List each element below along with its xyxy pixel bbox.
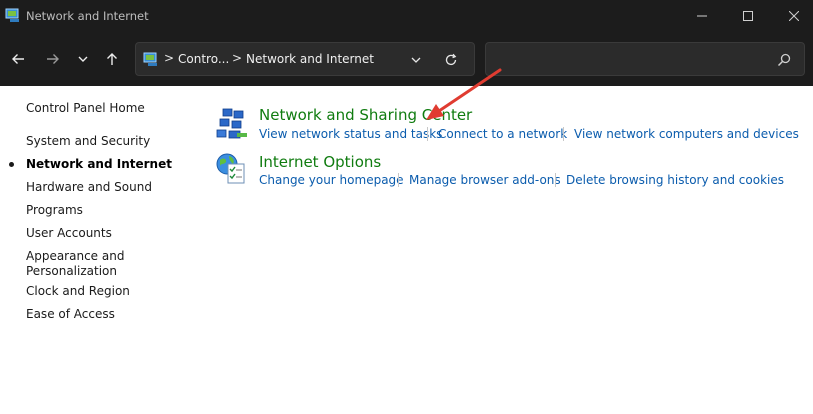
sidebar-item-system-and-security[interactable]: System and Security [26,134,150,149]
breadcrumb-network-and-internet[interactable]: Network and Internet [246,52,374,66]
sidebar-item-user-accounts[interactable]: User Accounts [26,226,112,241]
breadcrumb-control-panel[interactable]: Contro... [178,52,229,66]
refresh-button[interactable] [442,51,460,69]
refresh-icon [445,53,457,66]
address-bar[interactable]: > Contro... > Network and Internet [135,42,475,76]
recent-locations-button[interactable] [70,46,96,72]
chevron-down-icon [411,57,421,63]
link-divider [398,173,399,187]
back-button[interactable] [5,46,31,72]
sidebar-item-hardware-and-sound[interactable]: Hardware and Sound [26,180,152,195]
maximize-button[interactable] [725,0,771,32]
link-divider [427,127,428,141]
link-divider [555,173,556,187]
window-title: Network and Internet [26,9,149,23]
sidebar-item-network-and-internet[interactable]: Network and Internet [26,157,172,172]
maximize-icon [743,11,753,21]
minimize-button[interactable] [679,0,725,32]
minimize-icon [697,15,707,17]
navigation-bar: > Contro... > Network and Internet [0,32,813,86]
forward-button[interactable] [40,46,66,72]
back-arrow-icon [12,54,24,64]
sidebar-item-ease-of-access[interactable]: Ease of Access [26,307,115,322]
category-title-internet-options[interactable]: Internet Options [259,153,381,171]
link-manage-browser-addons[interactable]: Manage browser add-ons [409,173,561,187]
sidebar-item-control-panel-home[interactable]: Control Panel Home [26,101,145,116]
active-indicator-bullet [9,162,14,167]
address-dropdown-button[interactable] [409,54,423,66]
up-button[interactable] [99,46,125,72]
link-connect-to-network[interactable]: Connect to a network [438,127,567,141]
sidebar-item-appearance-and-personalization[interactable]: Appearance and [26,249,124,264]
link-view-network-status[interactable]: View network status and tasks [259,127,442,141]
search-box[interactable] [485,42,805,76]
category-title-network-and-sharing-center[interactable]: Network and Sharing Center [259,106,472,124]
chevron-down-icon [78,56,88,62]
search-icon[interactable] [776,52,792,68]
internet-options-icon[interactable] [214,152,248,186]
sidebar-item-appearance-and-personalization-line2[interactable]: Personalization [26,264,117,279]
breadcrumb-separator[interactable]: > [164,51,174,65]
close-button[interactable] [771,0,813,32]
forward-arrow-icon [47,54,59,64]
network-sharing-icon[interactable] [215,106,249,140]
link-delete-browsing-history[interactable]: Delete browsing history and cookies [566,173,784,187]
sidebar: Control Panel Home System and Security N… [0,86,200,414]
title-bar: Network and Internet [0,0,813,32]
control-panel-icon [143,52,157,66]
link-view-network-computers[interactable]: View network computers and devices [574,127,799,141]
up-arrow-icon [107,53,117,65]
sidebar-item-clock-and-region[interactable]: Clock and Region [26,284,130,299]
close-icon [789,11,799,21]
control-panel-icon [5,8,19,22]
search-input[interactable] [494,50,764,70]
breadcrumb-separator[interactable]: > [232,51,242,65]
sidebar-item-programs[interactable]: Programs [26,203,83,218]
link-divider [563,127,564,141]
link-change-homepage[interactable]: Change your homepage [259,173,404,187]
